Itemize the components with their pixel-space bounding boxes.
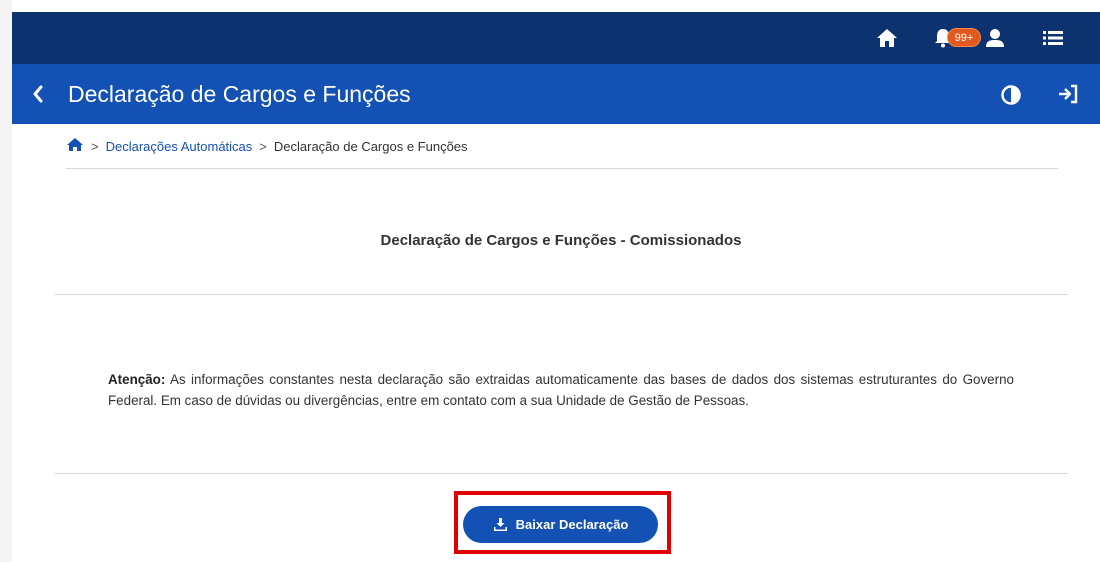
download-button-label: Baixar Declaração (515, 517, 629, 532)
top-header: 99+ (12, 12, 1100, 64)
breadcrumb-separator: > (91, 138, 99, 154)
divider (66, 168, 1058, 169)
breadcrumb-link-declaracoes-automaticas[interactable]: Declarações Automáticas (106, 139, 253, 154)
page-title: Declaração de Cargos e Funções (68, 81, 411, 107)
notice-text: As informações constantes nesta declaraç… (108, 372, 1014, 408)
notice-label: Atenção: (108, 372, 166, 387)
section-title: Declaração de Cargos e Funções - Comissi… (380, 232, 742, 249)
contrast-icon[interactable] (1000, 84, 1022, 106)
download-declaration-button[interactable]: Baixar Declaração (463, 506, 658, 543)
chevron-left-icon[interactable] (28, 82, 48, 106)
breadcrumb: > Declarações Automáticas > Declaração d… (66, 136, 468, 156)
breadcrumb-current: Declaração de Cargos e Funções (273, 138, 468, 154)
breadcrumb-home-icon[interactable] (66, 137, 84, 155)
title-bar: Declaração de Cargos e Funções (12, 64, 1100, 124)
left-gutter (0, 0, 12, 562)
user-icon[interactable] (983, 26, 1007, 50)
breadcrumb-separator: > (259, 138, 267, 154)
page: 99+ Declaração de Cargos e Funções > Dec… (0, 0, 1100, 562)
home-icon[interactable] (874, 26, 900, 50)
list-menu-icon[interactable] (1042, 26, 1064, 50)
divider (55, 473, 1068, 474)
sign-in-icon[interactable] (1056, 83, 1080, 105)
attention-notice: Atenção: As informações constantes nesta… (108, 369, 1014, 411)
download-icon (493, 518, 507, 531)
divider (55, 294, 1068, 295)
notification-count-badge[interactable]: 99+ (947, 28, 981, 47)
